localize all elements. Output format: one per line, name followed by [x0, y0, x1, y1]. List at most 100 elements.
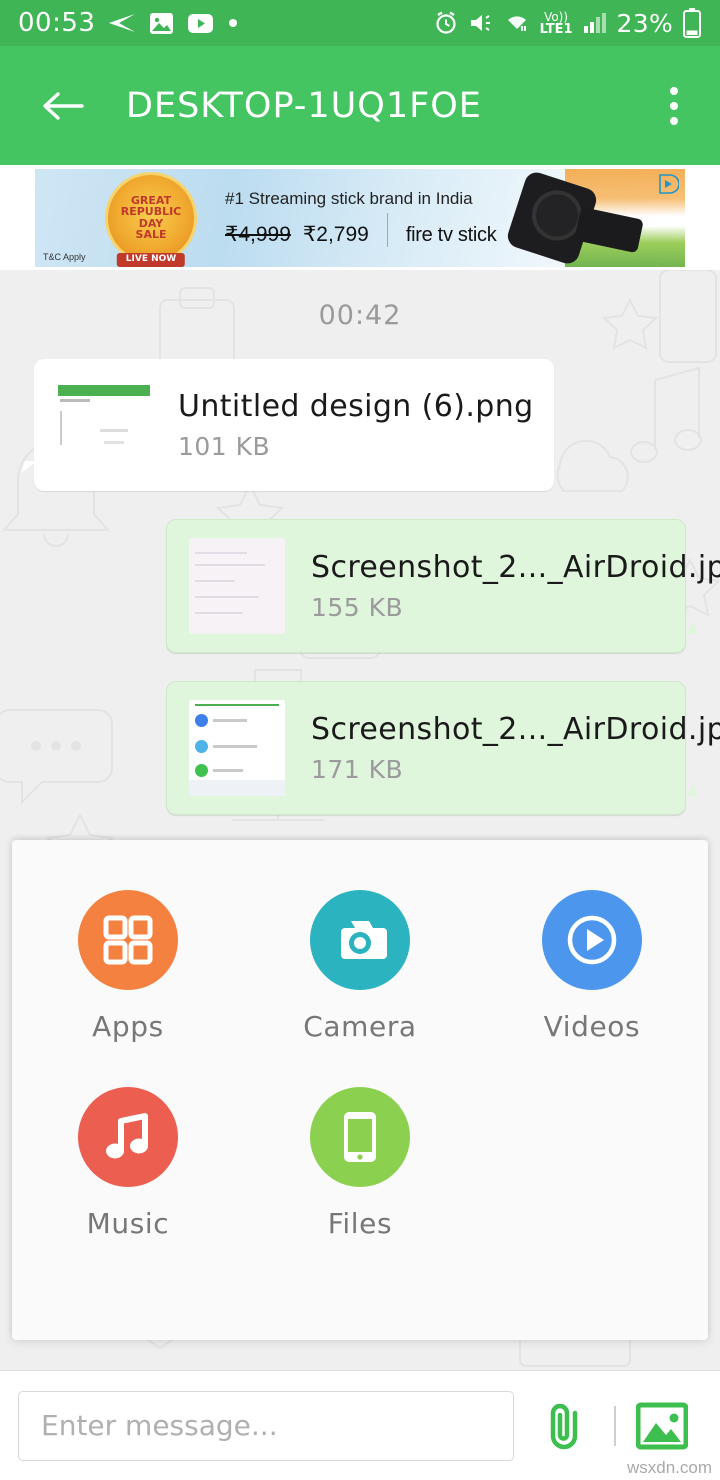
thumb-avatar	[195, 740, 208, 753]
attach-option-apps[interactable]: Apps	[12, 890, 244, 1043]
thumb-line-4	[104, 441, 124, 444]
attach-option-music[interactable]: Music	[12, 1087, 244, 1240]
attach-label: Videos	[543, 1010, 641, 1043]
ad-content[interactable]: GREAT REPUBLIC DAY SALE LIVE NOW #1 Stre…	[35, 168, 685, 267]
file-name: Untitled design (6).png	[178, 389, 534, 424]
ad-old-price: ₹4,999	[225, 222, 291, 246]
thumb-line	[213, 745, 257, 748]
attach-label: Apps	[92, 1010, 164, 1043]
ad-sale-badge: GREAT REPUBLIC DAY SALE LIVE NOW	[105, 171, 197, 267]
image-gallery-icon	[636, 1402, 688, 1449]
app-bar: DESKTOP-1UQ1FOE	[0, 46, 720, 165]
screenshot-list-thumbnail	[189, 700, 285, 796]
attach-option-camera[interactable]: Camera	[244, 890, 476, 1043]
ad-text-block: #1 Streaming stick brand in India ₹4,999…	[225, 188, 497, 247]
ad-new-price: ₹2,799	[302, 222, 369, 246]
overflow-menu-button[interactable]	[652, 79, 696, 133]
signal-icon	[583, 13, 606, 33]
volte-icon: Vo)) LTE1	[540, 11, 573, 36]
back-button[interactable]	[40, 84, 84, 128]
message-file-meta: Untitled design (6).png 101 KB	[178, 389, 534, 461]
send-arrow-icon	[109, 14, 136, 32]
arrow-left-icon	[43, 91, 84, 120]
volte-top-label: Vo))	[544, 9, 569, 24]
status-clock: 00:53	[18, 8, 96, 38]
more-vertical-icon-dot2	[670, 101, 678, 110]
document-thumbnail	[56, 377, 152, 473]
alarm-icon	[435, 11, 456, 34]
thumb-line-3	[195, 580, 235, 582]
dot-icon	[229, 19, 238, 27]
file-size: 155 KB	[311, 593, 404, 622]
attach-option-videos[interactable]: Videos	[476, 890, 708, 1043]
ad-live-label: LIVE NOW	[116, 253, 186, 267]
message-input[interactable]	[18, 1390, 514, 1461]
battery-percent-label: 23%	[616, 8, 673, 38]
paperclip-icon	[550, 1403, 578, 1449]
thumb-line-5	[195, 612, 243, 614]
thumb-line	[213, 719, 247, 722]
message-file-meta: Screenshot_2..._AirDroid.jpg 171 KB	[311, 712, 720, 784]
thumb-top-bar	[195, 704, 279, 706]
network-label: LTE1	[539, 21, 573, 37]
file-name: Screenshot_2..._AirDroid.jpg	[311, 712, 720, 747]
ad-headline: #1 Streaming stick brand in India	[225, 188, 473, 208]
watermark: wsxdn.com	[626, 1458, 712, 1477]
phone-icon	[309, 1087, 410, 1187]
message-bubble-file[interactable]: Untitled design (6).png 101 KB	[34, 359, 554, 491]
thumb-row-2	[195, 740, 257, 753]
ad-badge-line4: SALE	[135, 227, 167, 241]
thumb-line-4	[195, 596, 259, 598]
file-size: 101 KB	[178, 432, 271, 461]
thumb-footer	[189, 780, 285, 796]
attach-option-files[interactable]: Files	[244, 1087, 476, 1240]
apps-grid-icon	[77, 890, 178, 990]
status-bar-right: Vo)) LTE1 23%	[433, 8, 702, 38]
attach-label: Camera	[303, 1010, 417, 1043]
message-row-outgoing: Screenshot_2..._AirDroid.jpg 171 KB	[0, 681, 720, 815]
attach-button[interactable]	[530, 1400, 600, 1452]
attach-label: Files	[327, 1207, 393, 1240]
attachment-panel: Apps Camera Videos Music Files	[12, 840, 708, 1340]
thumb-line-3	[100, 429, 128, 432]
ad-banner[interactable]: GREAT REPUBLIC DAY SALE LIVE NOW #1 Stre…	[0, 165, 720, 270]
input-bar-divider	[614, 1405, 616, 1446]
thumb-row-3	[195, 764, 243, 777]
thumb-line-1	[60, 399, 90, 402]
message-bubble-file[interactable]: Screenshot_2..._AirDroid.jpg 171 KB	[166, 681, 720, 815]
thumb-line-2	[195, 564, 265, 566]
thumb-avatar	[195, 764, 208, 777]
music-note-icon	[77, 1087, 178, 1187]
attach-label: Music	[86, 1207, 170, 1240]
message-bubble-file[interactable]: Screenshot_2..._AirDroid.jpg 155 KB	[166, 519, 720, 653]
battery-icon	[683, 8, 701, 38]
ad-brand-label: fire tv stick	[405, 223, 497, 246]
thumb-green-bar	[58, 385, 150, 396]
play-circle-icon	[541, 890, 642, 990]
thumb-avatar	[195, 714, 208, 727]
thumb-line-1	[195, 552, 247, 554]
file-name: Screenshot_2..._AirDroid.jpg	[311, 550, 720, 585]
status-bar: 00:53 Vo)) LTE1 23%	[0, 0, 720, 46]
thumb-row-1	[195, 714, 247, 727]
ad-badge-line2: REPUBLIC	[120, 205, 182, 219]
chat-timestamp: 00:42	[318, 300, 402, 331]
adchoices-icon[interactable]	[657, 173, 679, 195]
ad-tnc-label: T&C Apply	[43, 251, 86, 262]
more-vertical-icon-dot3	[670, 116, 678, 125]
file-size: 171 KB	[311, 755, 404, 784]
chat-scroll-container: 00:42 Untitled design (6).png 101 KB Scr…	[0, 270, 720, 815]
screenshot-thumbnail	[189, 538, 285, 634]
ad-divider	[386, 212, 388, 247]
thumb-line	[213, 769, 243, 772]
page-title: DESKTOP-1UQ1FOE	[126, 85, 482, 126]
camera-icon	[309, 890, 410, 990]
message-input-bar	[0, 1370, 720, 1480]
more-vertical-icon	[670, 86, 678, 95]
phone-screen: 00:53 Vo)) LTE1 23% DESKTOP-1UQ1FOE GREA…	[0, 0, 720, 1480]
status-bar-left: 00:53	[18, 8, 239, 38]
gallery-button[interactable]	[630, 1402, 694, 1450]
message-row-incoming: Untitled design (6).png 101 KB	[0, 359, 720, 491]
image-icon	[150, 12, 174, 34]
message-row-outgoing: Screenshot_2..._AirDroid.jpg 155 KB	[0, 519, 720, 653]
